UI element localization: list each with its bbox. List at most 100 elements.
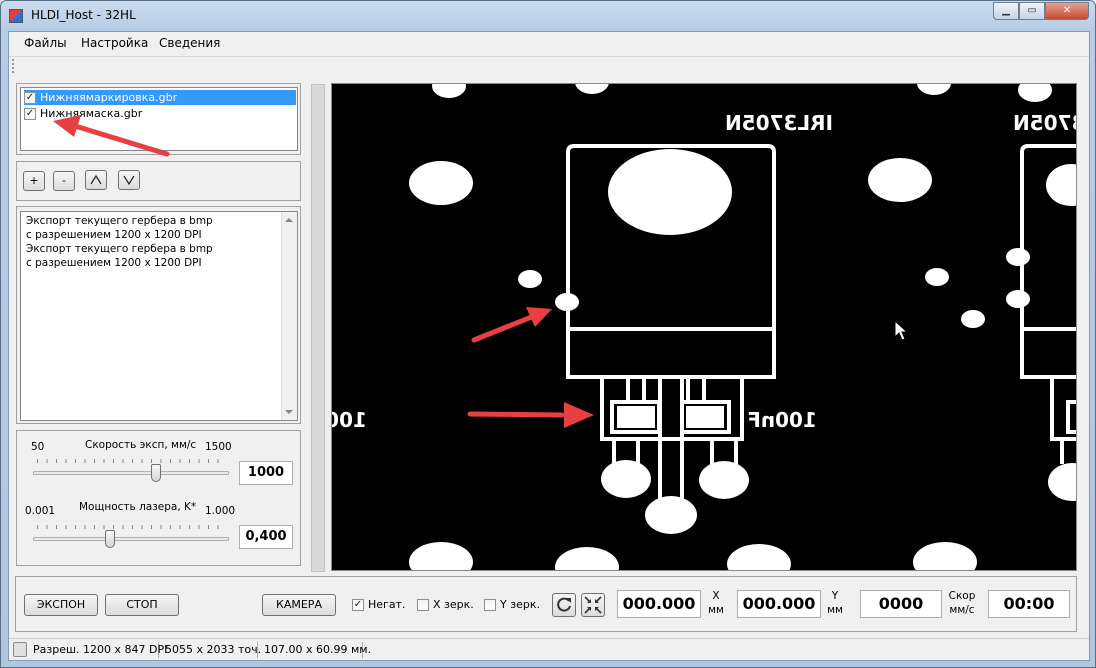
app-icon: [9, 9, 23, 23]
mirror-y-label: Y зерк.: [500, 598, 540, 611]
speed-slider-thumb[interactable]: [151, 464, 161, 482]
speed-readout: 0000: [860, 590, 942, 618]
mirror-x-checkbox-row[interactable]: X зерк.: [417, 598, 474, 611]
power-slider-track[interactable]: [33, 537, 229, 541]
speed-readout-title: Скор: [948, 590, 976, 602]
menu-files[interactable]: Файлы: [24, 36, 67, 50]
speed-value[interactable]: 1000: [239, 461, 293, 485]
speed-readout-unit: мм/с: [949, 604, 975, 616]
fit-view-icon: [584, 596, 602, 614]
menu-separator: [9, 56, 1089, 57]
log-line: с разрешением 1200 x 1200 DPI: [26, 257, 202, 269]
x-coordinate-readout: 000.000: [617, 590, 701, 618]
speed-label: Скорость эксп, мм/с: [85, 439, 197, 451]
gerber-canvas: IRL3705N 100nF 100 IRL3705N: [332, 84, 1077, 570]
pad: [518, 270, 542, 288]
menu-settings[interactable]: Настройка: [81, 36, 148, 50]
negative-checkbox-row[interactable]: ✓ Негат.: [352, 598, 405, 611]
log-line: Экспорт текущего гербера в bmp: [26, 215, 213, 227]
log-line: с разрешением 1200 x 1200 DPI: [26, 229, 202, 241]
pad: [645, 496, 697, 534]
speed-slider-track[interactable]: [33, 471, 229, 475]
menu-info[interactable]: Сведения: [159, 36, 220, 50]
pad: [1006, 290, 1030, 308]
expose-button[interactable]: ЭКСПОН: [24, 594, 98, 616]
power-slider-thumb[interactable]: [105, 530, 115, 548]
title-bar[interactable]: HLDI_Host - 32HL ▁ ▭ ✕: [1, 1, 1095, 31]
arrow-icon: [53, 115, 81, 137]
speed-min-label: 50: [31, 441, 45, 453]
arrow-icon: [72, 123, 170, 157]
client-area: Файлы Настройка Сведения ✓ Нижняямаркиро…: [8, 31, 1090, 661]
gerber-viewer[interactable]: IRL3705N 100nF 100 IRL3705N: [331, 83, 1077, 571]
chevron-down-icon: [123, 175, 135, 186]
mirror-y-checkbox[interactable]: [484, 598, 496, 611]
y-unit-label: мм: [827, 604, 843, 616]
camera-button[interactable]: КАМЕРА: [262, 594, 336, 616]
arrow-icon: [467, 411, 565, 418]
layer-label: Нижняямаркировка.gbr: [40, 91, 178, 104]
status-resolution: Разреш. 1200 x 847 DPI: [29, 642, 167, 658]
mirror-x-checkbox[interactable]: [417, 598, 429, 611]
power-max-label: 1.000: [205, 505, 236, 517]
cap-label: 100nF: [747, 408, 817, 432]
x-label: X мм: [705, 589, 727, 617]
fit-view-button[interactable]: [581, 593, 605, 617]
refresh-button[interactable]: [552, 593, 576, 617]
x-axis-label: X: [712, 590, 720, 602]
speed-max-label: 1500: [205, 441, 232, 453]
log-line: Экспорт текущего гербера в bmp: [26, 243, 213, 255]
menu-bar: Файлы Настройка Сведения: [9, 32, 1089, 54]
speed-slider-ticks: [37, 459, 227, 463]
pad: [608, 149, 732, 235]
negative-checkbox[interactable]: ✓: [352, 598, 364, 611]
y-coordinate-readout: 000.000: [737, 590, 821, 618]
log-scrollbar[interactable]: [281, 212, 297, 420]
power-slider-ticks: [37, 525, 227, 529]
scroll-up-icon[interactable]: [285, 218, 293, 222]
layer-buttons-group: + -: [16, 161, 301, 201]
part-label-right: IRL3705N: [1013, 111, 1077, 135]
pad: [868, 158, 932, 202]
log-group: Экспорт текущего гербера в bmp с разреше…: [16, 206, 301, 424]
window-title: HLDI_Host - 32HL: [31, 8, 136, 22]
mirror-x-label: X зерк.: [433, 598, 474, 611]
layer-checkbox[interactable]: ✓: [24, 91, 36, 104]
status-points: 5055 x 2033 точ.: [161, 642, 261, 658]
negative-label: Негат.: [368, 598, 406, 611]
panel-splitter[interactable]: [311, 84, 325, 572]
layer-checkbox[interactable]: ✓: [24, 107, 36, 120]
pad: [1006, 248, 1030, 266]
minimize-icon[interactable]: ▁: [993, 2, 1019, 20]
move-down-button[interactable]: [118, 170, 140, 190]
speed-readout-label: Скор мм/с: [945, 589, 979, 617]
maximize-icon[interactable]: ▭: [1019, 2, 1045, 20]
power-label: Мощность лазера, K*: [79, 501, 197, 513]
settings-group: 50 Скорость эксп, мм/с 1500 1000 0.001 М…: [16, 430, 301, 566]
y-label: Y мм: [824, 589, 846, 617]
status-size: 107.00 x 60.99 мм.: [260, 642, 371, 658]
pad: [617, 406, 655, 428]
pad: [409, 161, 473, 205]
remove-layer-button[interactable]: -: [53, 171, 75, 191]
time-readout: 00:00: [988, 590, 1070, 618]
cap-label-left: 100: [332, 408, 367, 432]
chevron-up-icon: [90, 174, 102, 185]
add-layer-button[interactable]: +: [23, 171, 45, 191]
power-value[interactable]: 0,400: [239, 525, 293, 549]
log-textbox[interactable]: Экспорт текущего гербера в bmp с разреше…: [20, 211, 298, 421]
scroll-down-icon[interactable]: [285, 410, 293, 414]
part-label: IRL3705N: [725, 111, 833, 135]
pad: [925, 268, 949, 286]
move-up-button[interactable]: [85, 170, 107, 190]
mirror-y-checkbox-row[interactable]: Y зерк.: [484, 598, 540, 611]
toolstrip-grip[interactable]: [12, 59, 14, 73]
stop-button[interactable]: СТОП: [105, 594, 179, 616]
pad: [686, 406, 724, 428]
pad: [961, 310, 985, 328]
pad: [601, 460, 651, 498]
status-led-icon: [13, 642, 27, 657]
layer-item[interactable]: ✓ Нижняямаркировка.gbr: [24, 90, 296, 105]
close-icon[interactable]: ✕: [1045, 2, 1089, 20]
power-min-label: 0.001: [25, 505, 56, 517]
